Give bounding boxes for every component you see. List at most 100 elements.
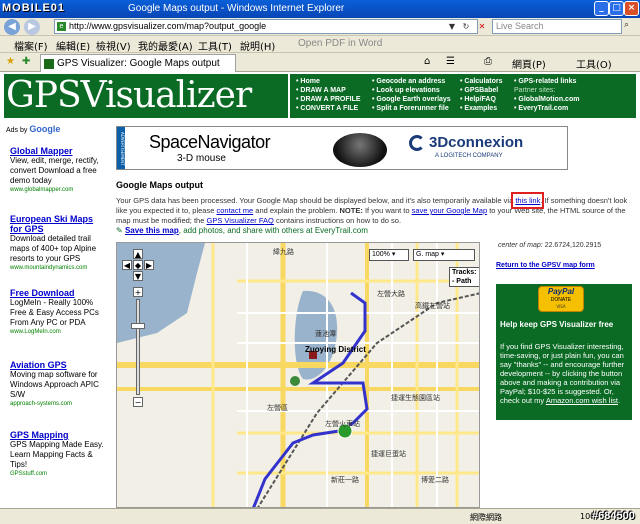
site-logo[interactable]: GPSVisualizer xyxy=(4,74,288,118)
banner-brand: 3Dconnexion xyxy=(429,134,524,151)
nav-link-examples[interactable]: • Examples xyxy=(460,104,503,113)
nav-link-everytrail[interactable]: • EveryTrail.com xyxy=(514,104,579,113)
ads-by-google-label[interactable]: Ads by Google xyxy=(6,124,60,134)
donate-text: . xyxy=(617,396,621,405)
banner-brand-sub: A LOGITECH COMPANY xyxy=(435,153,503,159)
map-type-select[interactable]: G. map ▾ xyxy=(413,249,475,261)
address-url: http://www.gpsvisualizer.com/map?output_… xyxy=(69,21,267,31)
zoom-slider-track[interactable] xyxy=(136,299,140,395)
feeds-icon[interactable]: ☰ xyxy=(446,56,455,67)
pan-down-button[interactable]: ▼ xyxy=(133,271,143,281)
menu-help[interactable]: 說明(H) xyxy=(240,38,275,53)
ad-url[interactable]: www.mountaindynamics.com xyxy=(10,264,106,273)
map-label: 捷運生態園區站 xyxy=(391,395,440,402)
menu-view[interactable]: 檢視(V) xyxy=(96,38,131,53)
nav-link-elevations[interactable]: • Look up elevations xyxy=(372,86,451,95)
home-icon[interactable]: ⌂ xyxy=(424,56,430,67)
open-pdf-button[interactable]: Open PDF in Word xyxy=(298,38,382,49)
map-label: 左營火車站 xyxy=(325,421,360,428)
nav-link-gps-links[interactable]: • GPS-related links xyxy=(514,77,579,86)
tools-menu[interactable]: 工具(O) xyxy=(576,56,612,71)
menu-favorites[interactable]: 我的最愛(A) xyxy=(138,38,193,53)
favorites-star-icon[interactable]: ★ xyxy=(6,56,15,67)
menu-file[interactable]: 檔案(F) xyxy=(14,38,48,53)
pan-left-button[interactable]: ◀ xyxy=(122,260,132,270)
address-dropdown-icon[interactable]: ▼ xyxy=(446,19,458,34)
map-type-value: G. map xyxy=(416,251,439,258)
ad-item[interactable]: Global Mapper View, edit, merge, rectify… xyxy=(10,146,106,195)
ad-url[interactable]: www.LogMeIn.com xyxy=(10,328,106,337)
tracks-legend[interactable]: Tracks: - Path xyxy=(449,267,479,287)
refresh-icon[interactable]: ↻ xyxy=(460,19,472,34)
zoom-slider-handle[interactable] xyxy=(131,323,145,329)
minimize-button[interactable]: _ xyxy=(594,1,609,16)
ad-url[interactable]: approach-systems.com xyxy=(10,400,106,409)
map-label: 新莊一路 xyxy=(331,477,359,484)
forward-button[interactable]: ▶ xyxy=(24,19,40,35)
menu-edit[interactable]: 編輯(E) xyxy=(56,38,90,53)
save-map-link[interactable]: Save this map xyxy=(125,226,179,235)
address-field[interactable]: e http://www.gpsvisualizer.com/map?outpu… xyxy=(54,19,478,34)
search-icon[interactable]: ⌕ xyxy=(624,20,629,30)
map-zoom-select[interactable]: 100% ▾ xyxy=(369,249,409,261)
amazon-wishlist-link[interactable]: Amazon.com wish list xyxy=(546,396,618,405)
stop-icon[interactable]: ✕ xyxy=(476,19,488,34)
nav-link-gpsbabel[interactable]: • GPSBabel xyxy=(460,86,503,95)
nav-link-geocode[interactable]: • Geocode an address xyxy=(372,77,451,86)
zoom-out-button[interactable]: − xyxy=(133,397,143,407)
ad-item[interactable]: Free Download LogMeIn - Really 100% Free… xyxy=(10,288,106,337)
pan-right-button[interactable]: ▶ xyxy=(144,260,154,270)
pan-up-button[interactable]: ▲ xyxy=(133,249,143,259)
ad-title[interactable]: GPS Mapping xyxy=(10,430,106,440)
map-label: 博愛二路 xyxy=(421,477,449,484)
ad-title[interactable]: Free Download xyxy=(10,288,106,298)
nav-link-globalmotion[interactable]: • GlobalMotion.com xyxy=(514,95,579,104)
this-link[interactable]: this link xyxy=(511,192,545,209)
pan-center-button[interactable]: ◆ xyxy=(133,260,143,270)
paypal-logo: PayPal xyxy=(547,287,575,296)
ad-item[interactable]: GPS Mapping GPS Mapping Made Easy. Learn… xyxy=(10,430,106,479)
title-bar: MOBILE01 Google Maps output - Windows In… xyxy=(0,0,640,18)
contact-me-link[interactable]: contact me xyxy=(217,206,254,215)
ad-url[interactable]: GPSstuff.com xyxy=(10,470,106,479)
maximize-button[interactable]: □ xyxy=(609,1,624,16)
save-google-map-link[interactable]: save your Google Map xyxy=(412,206,487,215)
chevron-down-icon: ▾ xyxy=(440,251,445,258)
close-button[interactable]: × xyxy=(624,1,639,16)
nav-link-calculators[interactable]: • Calculators xyxy=(460,77,503,86)
zoom-in-button[interactable]: + xyxy=(133,287,143,297)
map-label: 左營區 xyxy=(267,405,288,412)
ad-column: Ads by Google Global Mapper View, edit, … xyxy=(0,120,110,508)
ad-item[interactable]: European Ski Maps for GPS Download detai… xyxy=(10,214,106,273)
menu-bar: 檔案(F) 編輯(E) 檢視(V) 我的最愛(A) 工具(T) 說明(H) Op… xyxy=(0,36,640,53)
advertisement-label: ADVERTISEMENT xyxy=(117,127,125,169)
page-menu[interactable]: 網頁(P) xyxy=(512,56,546,71)
tracks-label: Tracks: xyxy=(452,269,477,276)
back-button[interactable]: ◀ xyxy=(4,19,20,35)
return-to-form-link[interactable]: Return to the GPSV map form xyxy=(496,262,595,269)
nav-link-draw-map[interactable]: • DRAW A MAP xyxy=(296,86,361,95)
nav-link-split-forerunner[interactable]: • Split a Forerunner file xyxy=(372,104,451,113)
add-favorite-icon[interactable]: ✚ xyxy=(22,56,30,67)
search-input[interactable]: Live Search xyxy=(492,19,622,34)
banner-ad[interactable]: ADVERTISEMENT SpaceNavigator 3-D mouse 3… xyxy=(116,126,568,170)
nav-column-1: • Home • DRAW A MAP • DRAW A PROFILE • C… xyxy=(296,77,361,113)
google-map[interactable]: ▲ ◀ ◆ ▶ ▼ + − 100% ▾ G. map ▾ Tracks: - … xyxy=(116,242,480,508)
menu-tools[interactable]: 工具(T) xyxy=(198,38,232,53)
ad-url[interactable]: www.globalmapper.com xyxy=(10,186,106,195)
nav-link-earth-overlays[interactable]: • Google Earth overlays xyxy=(372,95,451,104)
tab-active[interactable]: GPS Visualizer: Google Maps output xyxy=(40,54,236,72)
ad-title[interactable]: Aviation GPS xyxy=(10,360,106,370)
ad-item[interactable]: Aviation GPS Moving map software for Win… xyxy=(10,360,106,409)
ad-title[interactable]: Global Mapper xyxy=(10,146,106,156)
ad-title[interactable]: European Ski Maps for GPS xyxy=(10,214,106,234)
center-value: 22.6724,120.2915 xyxy=(544,242,602,249)
paypal-donate-button[interactable]: PayPal DONATE VISA xyxy=(538,286,584,312)
nav-link-convert-file[interactable]: • CONVERT A FILE xyxy=(296,104,361,113)
print-icon[interactable]: ⎙ xyxy=(484,56,492,67)
ads-by-label: Ads by xyxy=(6,127,28,134)
nav-link-draw-profile[interactable]: • DRAW A PROFILE xyxy=(296,95,361,104)
nav-link-home[interactable]: • Home xyxy=(296,77,361,86)
nav-link-help-faq[interactable]: • Help/FAQ xyxy=(460,95,503,104)
faq-link[interactable]: GPS Visualizer FAQ xyxy=(206,216,273,225)
